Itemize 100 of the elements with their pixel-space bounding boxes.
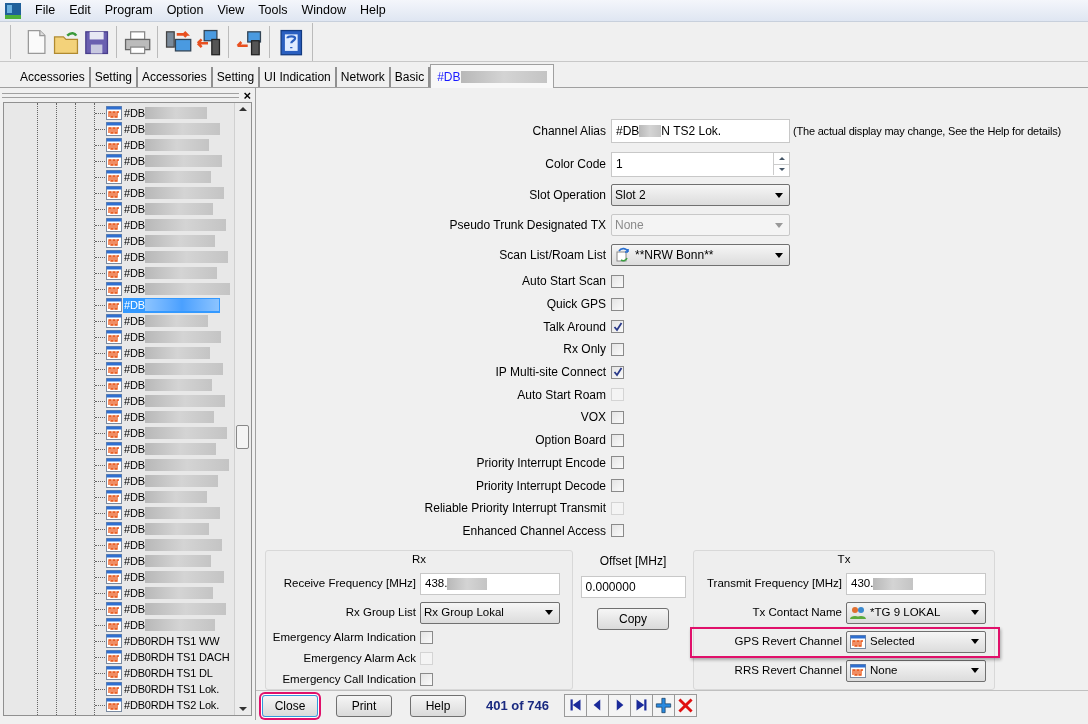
tree-item[interactable]: #DB — [123, 361, 224, 377]
tree-item[interactable]: #DB — [123, 121, 221, 137]
tree-item[interactable]: #DB — [123, 601, 227, 617]
tree-item[interactable]: #DB — [123, 505, 221, 521]
channel-icon — [106, 698, 122, 712]
field-label: Tx Contact Name — [751, 605, 842, 621]
last-record-icon[interactable] — [629, 694, 653, 717]
checkbox[interactable] — [420, 631, 433, 645]
refresh-icon — [615, 247, 631, 263]
tree-item[interactable]: #DB — [123, 537, 223, 553]
tree-item[interactable]: #DB0RDH TS1 DACH — [123, 649, 231, 665]
scroll-thumb[interactable] — [236, 425, 249, 449]
write-radio-icon[interactable] — [194, 27, 222, 56]
channel-icon — [106, 410, 122, 424]
menu-item[interactable]: File — [28, 1, 63, 20]
field-label: Rx Only — [562, 341, 606, 359]
tree-item[interactable]: #DB — [123, 233, 216, 249]
tree-item[interactable]: #DB — [123, 521, 210, 537]
footer-button[interactable]: Print — [336, 694, 392, 717]
tree-item[interactable]: #DB — [123, 281, 231, 297]
tree-item[interactable]: #DB — [123, 409, 215, 425]
tree-item[interactable]: #DB — [123, 617, 216, 633]
tree-item[interactable]: #DB — [123, 441, 217, 457]
scroll-down-icon[interactable] — [239, 707, 247, 711]
tree-item[interactable]: #DB — [123, 217, 227, 233]
menu-item[interactable]: Help — [353, 1, 393, 20]
scroll-up-icon[interactable] — [239, 107, 247, 111]
dropdown[interactable]: Selected — [846, 630, 986, 653]
tree-item[interactable]: #DB — [123, 153, 223, 169]
dropdown-arrow-icon — [775, 252, 783, 258]
tree-item[interactable]: #DB0RDH TS2 Lok. — [123, 697, 221, 713]
tree-item[interactable]: #DB0RDH TS1 DL — [123, 665, 214, 681]
close-button[interactable]: × — [243, 88, 251, 102]
tree-item[interactable]: #DB — [123, 457, 230, 473]
field-label: Pseudo Trunk Designated TX — [448, 217, 606, 234]
tree-item[interactable]: #DB — [123, 249, 229, 265]
channel-icon — [106, 394, 122, 408]
tree-item[interactable]: #DB — [123, 345, 211, 361]
checkbox[interactable] — [611, 524, 624, 538]
tree-item[interactable]: #DB — [123, 393, 226, 409]
checkbox[interactable] — [611, 297, 624, 311]
checkbox[interactable] — [611, 479, 624, 493]
tree-item[interactable]: #DB — [123, 329, 222, 345]
channel-icon — [850, 663, 866, 678]
text-field[interactable]: #DB N TS2 Lok. — [611, 119, 790, 143]
field-label: Auto Start Roam — [516, 386, 606, 404]
tree-item[interactable]: #DB — [123, 473, 219, 489]
tree-item[interactable]: #DB — [123, 201, 214, 217]
previous-record-icon[interactable] — [585, 694, 609, 717]
copy-button[interactable]: Copy — [597, 608, 669, 631]
tree-item[interactable]: #DB — [123, 313, 209, 329]
checkbox[interactable] — [611, 456, 624, 470]
menu-item[interactable]: Option — [159, 1, 211, 20]
tab[interactable]: #DB — [430, 64, 554, 88]
tree-item[interactable]: #DB — [123, 489, 208, 505]
tree-item[interactable]: #DB — [123, 105, 208, 121]
menu-item[interactable]: View — [210, 1, 252, 20]
menu-item[interactable]: Tools — [251, 1, 295, 20]
first-record-icon[interactable] — [563, 694, 587, 717]
channel-icon — [106, 682, 122, 696]
spin-field[interactable]: 1 — [611, 151, 790, 177]
checkbox[interactable] — [611, 433, 624, 447]
blurred-text — [639, 125, 662, 137]
checkbox[interactable] — [611, 365, 624, 379]
footer-button[interactable]: Close — [262, 694, 318, 717]
checkbox[interactable] — [611, 342, 624, 356]
dropdown-arrow-icon — [545, 610, 553, 616]
dropdown[interactable]: Rx Group Lokal — [420, 601, 560, 624]
menu-item[interactable]: Edit — [62, 1, 98, 20]
tree-item[interactable]: #DB — [123, 585, 214, 601]
next-record-icon[interactable] — [607, 694, 631, 717]
field-label: Reliable Priority Interrupt Transmit — [423, 500, 606, 518]
menu-item[interactable]: Window — [294, 1, 353, 20]
footer-button[interactable]: Help — [410, 694, 466, 717]
checkbox[interactable] — [420, 673, 433, 687]
channel-icon — [106, 666, 122, 680]
tree-item[interactable]: #DB0RDH TS1 WW — [123, 633, 221, 649]
tree-item[interactable]: #DB — [123, 169, 212, 185]
delete-icon[interactable] — [673, 694, 697, 717]
dropdown[interactable]: Slot 2 — [611, 184, 790, 206]
text-field[interactable]: 430. — [846, 572, 986, 595]
menu-item[interactable]: Program — [97, 1, 160, 20]
checkbox[interactable] — [611, 274, 624, 288]
text-field[interactable]: 0.000000 — [580, 576, 686, 599]
dropdown[interactable]: None — [846, 659, 986, 682]
tree-item[interactable]: #DB — [123, 425, 228, 441]
tree-item[interactable]: #DB — [123, 553, 212, 569]
checkbox[interactable] — [611, 320, 624, 334]
tree-item[interactable]: #DB — [123, 265, 218, 281]
checkbox[interactable] — [611, 410, 624, 424]
add-icon[interactable] — [651, 694, 675, 717]
tree-item[interactable]: #DB — [123, 569, 225, 585]
scrollbar[interactable] — [234, 103, 251, 715]
text-field[interactable]: 438. — [420, 572, 560, 595]
tree-item[interactable]: #DB — [123, 185, 225, 201]
tree-item[interactable]: #DB0RDH TS1 Lok. — [123, 681, 221, 697]
tree-item[interactable]: #DB — [123, 377, 213, 393]
dropdown[interactable]: **NRW Bonn** — [611, 244, 790, 266]
tree-item[interactable]: #DB — [123, 137, 210, 153]
dropdown[interactable]: *TG 9 LOKAL — [846, 601, 986, 624]
